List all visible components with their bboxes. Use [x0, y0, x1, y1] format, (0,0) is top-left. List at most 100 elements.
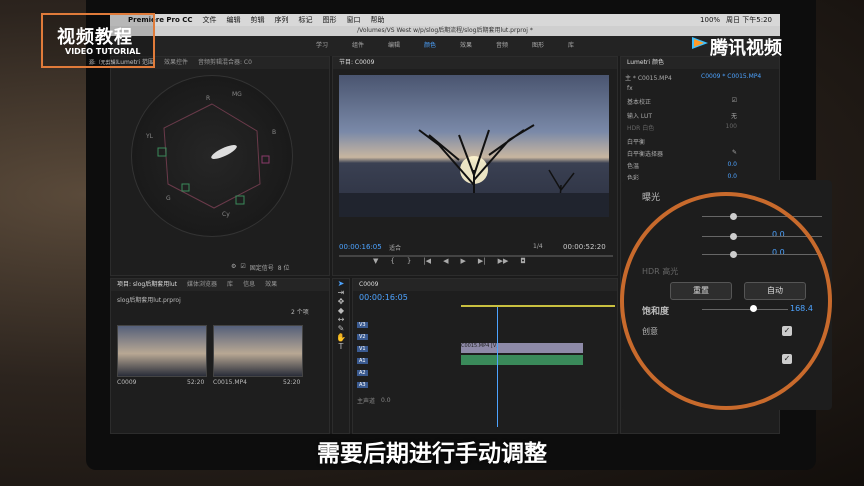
- track-v2[interactable]: V2: [353, 331, 497, 342]
- work-area-bar[interactable]: [461, 305, 615, 307]
- menu-clip[interactable]: 剪辑: [251, 14, 265, 26]
- tab-lumetri-color[interactable]: Lumetri 颜色: [627, 57, 664, 69]
- frame-forward-icon[interactable]: ▶|: [478, 257, 486, 265]
- input-lut-label: 输入 LUT: [627, 113, 653, 120]
- track-a3[interactable]: A3: [353, 379, 497, 390]
- workspace-audio[interactable]: 音频: [496, 36, 508, 56]
- timeline-timecode[interactable]: 00:00:16:05: [359, 293, 408, 302]
- scope-label-r: R: [206, 95, 210, 102]
- input-lut-row: 输入 LUT 无: [627, 111, 737, 120]
- slip-icon[interactable]: ↔: [333, 315, 349, 324]
- menu-sequence[interactable]: 序列: [275, 14, 289, 26]
- tree-silhouette: [339, 124, 609, 217]
- workspace-effects[interactable]: 效果: [460, 36, 472, 56]
- scope-label-yl: YL: [145, 133, 154, 140]
- track-label: V2: [357, 333, 368, 340]
- clamp-checkbox[interactable]: ☑: [240, 263, 245, 272]
- marker-icon[interactable]: ▼: [373, 257, 378, 265]
- menu-window[interactable]: 窗口: [347, 14, 361, 26]
- zoom-fit-select[interactable]: 适合: [389, 243, 401, 252]
- eyedropper-icon[interactable]: ✎: [732, 149, 737, 158]
- master-value[interactable]: 0.0: [381, 397, 391, 404]
- workspace-assembly[interactable]: 组件: [352, 36, 364, 56]
- audio-clip[interactable]: [461, 355, 583, 365]
- menu-marker[interactable]: 标记: [299, 14, 313, 26]
- tab-info[interactable]: 信息: [243, 279, 255, 291]
- wb-picker-label: 白平衡选择器: [627, 151, 664, 158]
- input-lut-select[interactable]: 无: [731, 111, 737, 120]
- program-tabs: 节目: C0009: [333, 57, 617, 69]
- wb-header[interactable]: 白平衡: [627, 137, 737, 146]
- track-v3[interactable]: V3: [353, 319, 497, 330]
- hdr-label: HDR 白色: [627, 125, 655, 132]
- workspace-editing[interactable]: 编辑: [388, 36, 400, 56]
- mark-out-icon[interactable]: }: [407, 257, 411, 265]
- program-timecode[interactable]: 00:00:16:05: [339, 243, 382, 251]
- workspace-bar: 学习 组件 编辑 颜色 效果 音频 图形 库: [110, 36, 780, 56]
- lumetri-target[interactable]: C0009 * C0015.MP4: [701, 73, 761, 80]
- razor-icon[interactable]: ◆: [333, 306, 349, 315]
- resolution-select[interactable]: 1/4: [533, 243, 543, 250]
- scope-footer: ⚙ ☑ 固定信号 8 位: [231, 263, 290, 272]
- timeline-panel: C0009 00:00:16:05 V3 V2 V1 A1 A2 A3 主声道 0…: [352, 278, 618, 434]
- play-icon[interactable]: ▶: [460, 257, 465, 265]
- scopes-panel: Lumetri 范围 效果控件 音频剪辑混合器: C0 R MG B YL G …: [110, 56, 330, 276]
- step-forward-icon[interactable]: ▶▶: [498, 257, 509, 265]
- tab-effects[interactable]: 效果: [265, 279, 277, 291]
- clip-name: C0009: [117, 379, 137, 386]
- frame-back-icon[interactable]: ◀: [443, 257, 448, 265]
- tab-effect-controls[interactable]: 效果控件: [164, 57, 188, 69]
- track-select-icon[interactable]: ⇥: [333, 288, 349, 297]
- tab-audio-mixer[interactable]: 音频剪辑混合器: C0: [198, 57, 252, 69]
- camera-icon[interactable]: ◘: [520, 257, 526, 265]
- menu-help[interactable]: 帮助: [371, 14, 385, 26]
- clip-thumbnail[interactable]: [213, 325, 303, 377]
- workspace-libraries[interactable]: 库: [568, 36, 574, 56]
- temp-row: 色温 0.0: [627, 161, 737, 170]
- vectorscope-graph: R MG B YL G Cy: [145, 91, 276, 218]
- tab-project[interactable]: 项目: slog后期套用lut: [117, 279, 177, 291]
- clip-duration: 52:20: [283, 379, 301, 386]
- fx-label: fx: [627, 85, 633, 92]
- selection-tool-icon[interactable]: ➤: [333, 279, 349, 288]
- menu-file[interactable]: 文件: [203, 14, 217, 26]
- hdr-value: 100: [725, 123, 737, 130]
- program-monitor: 节目: C0009 00:00:16:05 适合 1/4 00:00:52:20…: [332, 56, 618, 276]
- tab-program[interactable]: 节目: C0009: [339, 57, 374, 69]
- workspace-learn[interactable]: 学习: [316, 36, 328, 56]
- video-subtitle: 需要后期进行手动调整: [317, 441, 547, 467]
- tab-libraries[interactable]: 库: [227, 279, 233, 291]
- hand-icon[interactable]: ✋: [333, 333, 349, 342]
- vectorscope: R MG B YL G Cy: [131, 75, 293, 237]
- track-label: A3: [357, 381, 368, 388]
- menu-edit[interactable]: 编辑: [227, 14, 241, 26]
- pen-icon[interactable]: ✎: [333, 324, 349, 333]
- playhead[interactable]: [497, 307, 498, 427]
- zoom-row-exposure: 曝光: [642, 193, 661, 203]
- scope-label-cy: Cy: [222, 211, 230, 218]
- clip-duration: 52:20: [187, 379, 205, 386]
- workspace-graphics[interactable]: 图形: [532, 36, 544, 56]
- video-clip[interactable]: C0015.MP4 [V]: [461, 343, 583, 353]
- timeline-tabs: C0009: [353, 279, 617, 291]
- watermark-title: 视频教程: [57, 27, 133, 48]
- basic-correction-header[interactable]: 基本校正 ☑: [627, 97, 737, 106]
- track-label: A1: [357, 357, 368, 364]
- tab-sequence[interactable]: C0009: [359, 279, 378, 291]
- track-a2[interactable]: A2: [353, 367, 497, 378]
- tencent-video-icon: [692, 37, 708, 49]
- wrench-icon[interactable]: ⚙: [231, 263, 236, 272]
- wb-picker-row: 白平衡选择器 ✎: [627, 149, 737, 158]
- step-back-icon[interactable]: |◀: [423, 257, 431, 265]
- temp-value[interactable]: 0.0: [727, 161, 737, 170]
- tab-media-browser[interactable]: 媒体浏览器: [187, 279, 217, 291]
- lumetri-source[interactable]: 主 * C0015.MP4: [625, 73, 672, 82]
- clip-thumbnail[interactable]: [117, 325, 207, 377]
- basic-checkbox[interactable]: ☑: [732, 97, 737, 106]
- ripple-edit-icon[interactable]: ✥: [333, 297, 349, 306]
- mark-in-icon[interactable]: {: [390, 257, 394, 265]
- workspace-color[interactable]: 颜色: [424, 36, 436, 56]
- bit-depth-select[interactable]: 8 位: [278, 263, 290, 272]
- menu-graphics[interactable]: 图形: [323, 14, 337, 26]
- type-icon[interactable]: T: [333, 342, 349, 351]
